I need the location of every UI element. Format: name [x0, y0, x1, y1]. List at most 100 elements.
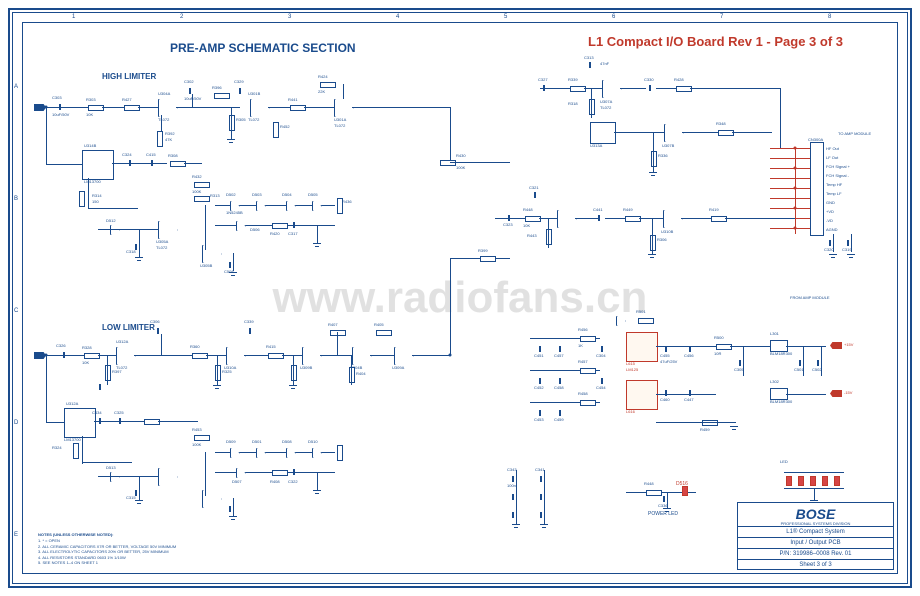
ref-d501: D501 [252, 440, 262, 444]
ref-c447: C447 [684, 398, 694, 402]
val-u301b: TL072 [248, 118, 259, 122]
ref-r452: R452 [280, 125, 290, 129]
gnd-icon [289, 385, 297, 391]
ref-d503: D503 [252, 193, 262, 197]
ref-c302: C302 [184, 80, 194, 84]
led-icon [810, 476, 816, 486]
ref-r397: R397 [112, 370, 122, 374]
val-u314b: LM13700 [84, 180, 101, 184]
res-r336 [651, 151, 657, 167]
title-product: L1® Compact System [738, 526, 893, 537]
label-to-amp: TO AMP MODULE [838, 132, 871, 136]
ref-c339: C339 [244, 320, 254, 324]
ref-c306: C306 [150, 320, 160, 324]
conn-pin: LF Out [826, 155, 838, 160]
ref-c457: C457 [554, 354, 564, 358]
res-r303b [170, 161, 186, 167]
res-r452 [273, 122, 279, 138]
power-led-label: POWER LED [648, 512, 678, 517]
ref-u307a: U307A [600, 100, 612, 104]
ref-d504: D504 [282, 193, 292, 197]
lbl-vn15: -15V [844, 391, 852, 395]
val-r448: 10K [523, 224, 530, 228]
led-icon [786, 476, 792, 486]
ref-r348: R348 [716, 122, 726, 126]
grid-col: 4 [396, 14, 399, 20]
ref-r415: R415 [266, 345, 276, 349]
ref-u301a: U301A [334, 118, 346, 122]
res-r428 [676, 86, 692, 92]
ref-r306: R306 [657, 238, 667, 242]
port-vn15 [830, 390, 842, 397]
val-c343: 100n [507, 484, 516, 488]
section-high: HIGH LIMITER [102, 73, 156, 81]
ref-d506: D506 [250, 228, 260, 232]
res-r415 [268, 353, 284, 359]
diode-d512b [616, 316, 626, 326]
ref-l302: L302 [770, 380, 779, 384]
ref-u304a: U304A [158, 92, 170, 96]
title-block: BOSE PROFESSIONAL SYSTEMS DIVISION L1® C… [737, 502, 894, 570]
ref-c303: C303 [52, 96, 62, 100]
conn-pin: Temp LF [826, 191, 842, 196]
res-r419 [711, 216, 727, 222]
ref-r500: R500 [714, 336, 724, 340]
res-r303 [88, 105, 104, 111]
ref-d512: D512 [106, 219, 116, 223]
grid-col: 8 [828, 14, 831, 20]
ref-u309b: U309B [300, 366, 312, 370]
led-label: LED [780, 460, 788, 464]
section-main: PRE-AMP SCHEMATIC SECTION [170, 42, 356, 54]
ref-c454: C454 [596, 386, 606, 390]
res-r500 [716, 344, 732, 350]
ref-c318: C318 [126, 250, 136, 254]
title-pn: P/N: 319986–0008 Rev. 01 [738, 548, 893, 559]
res-r315 [73, 443, 79, 459]
ref-r436: R436 [342, 200, 352, 204]
val-c455: 47uF/25V [660, 360, 677, 364]
ref-u305b: U305B [200, 264, 212, 268]
gnd-icon [227, 139, 235, 145]
res-r392 [157, 131, 163, 147]
grid-row: E [14, 532, 18, 538]
ref-c322: C322 [288, 480, 298, 484]
ref-c321: C321 [529, 186, 539, 190]
ref-d513: D513 [106, 466, 116, 470]
ref-c313: C313 [584, 56, 594, 60]
ref-r453: R453 [192, 428, 202, 432]
ref-d508: D508 [282, 440, 292, 444]
conn-pin: Temp HF [826, 182, 842, 187]
ref-r408: R408 [270, 480, 280, 484]
val-r432: 100K [192, 190, 201, 194]
gnd-icon [229, 516, 237, 522]
ref-r318: R318 [568, 102, 578, 106]
notes-n3: 3. ALL ELECTROLYTIC CAPACITORS 20% OR BE… [38, 549, 176, 555]
val-u301a: TL072 [334, 124, 345, 128]
val-u304a: TL072 [158, 118, 169, 122]
ref-c452: C452 [534, 386, 544, 390]
res-r448b [646, 490, 662, 496]
ref-c434: C434 [92, 411, 102, 415]
val-l302: BLM18R300 [770, 400, 792, 404]
ref-r424: R424 [318, 75, 328, 79]
ref-r458: R458 [578, 392, 588, 396]
res-r314 [79, 191, 85, 207]
ref-c329: C329 [234, 80, 244, 84]
res-r306 [650, 235, 656, 251]
ref-d505: D505 [308, 193, 318, 197]
notes-block: NOTES (UNLESS OTHERWISE NOTED): 1. * = O… [38, 532, 176, 566]
ref-r501: R501 [636, 310, 646, 314]
res-r339 [570, 86, 586, 92]
section-low: LOW LIMITER [102, 324, 155, 332]
ref-c458: C458 [554, 386, 564, 390]
val-l301: BLM18R300 [770, 352, 792, 356]
grid-col: 2 [180, 14, 183, 20]
gnd-icon [649, 172, 657, 178]
ref-r392: R392 [165, 132, 175, 136]
ref-r396: R396 [212, 86, 222, 90]
ref-c456: C456 [684, 354, 694, 358]
conn-pin: +VD [826, 209, 834, 214]
res-r441 [290, 105, 306, 111]
res-r313 [194, 196, 210, 202]
val-u305a: TL072 [156, 246, 167, 250]
